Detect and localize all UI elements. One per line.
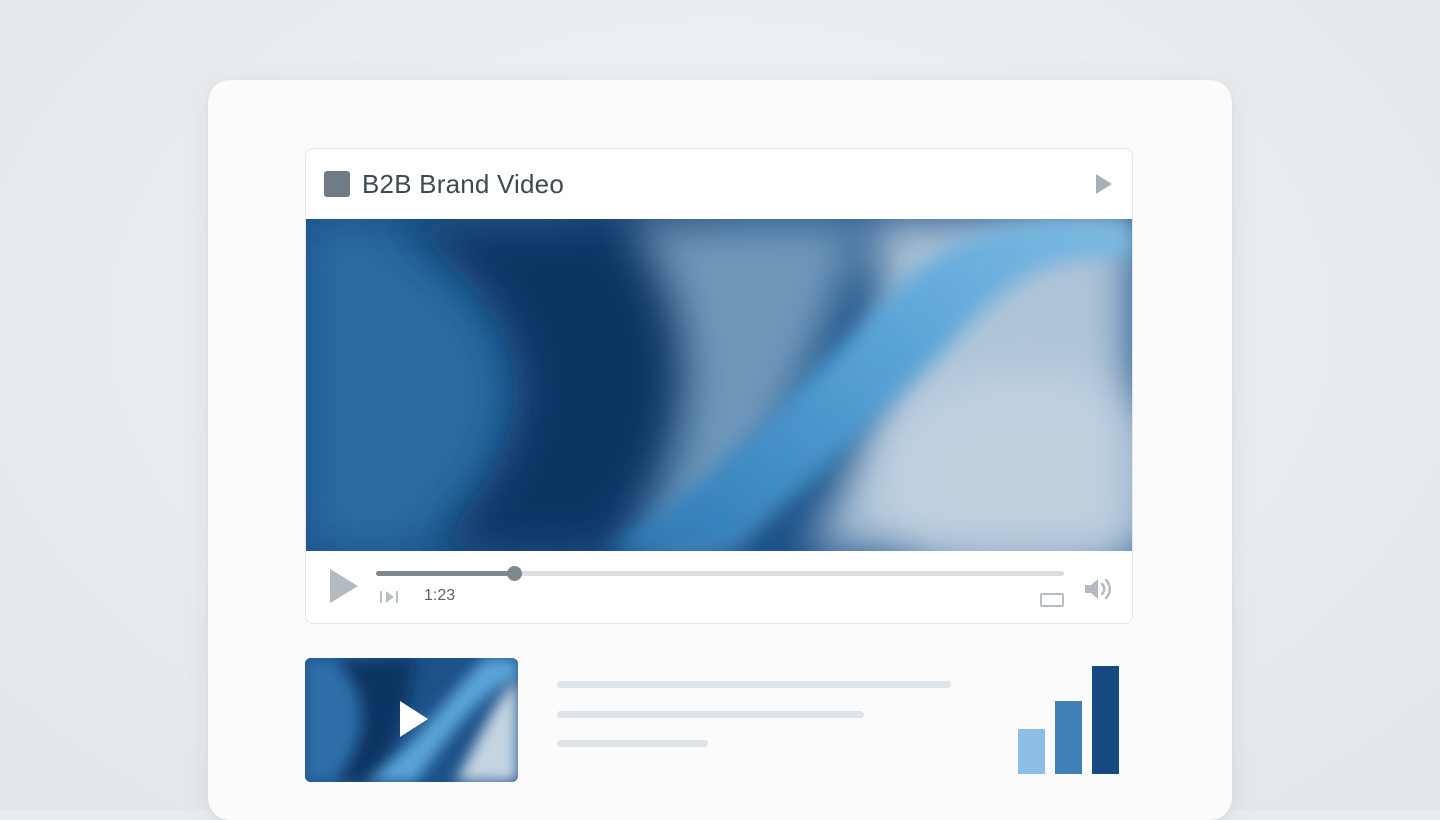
- video-player: B2B Brand Video 1:23: [305, 148, 1133, 624]
- volume-icon[interactable]: [1082, 575, 1114, 603]
- placeholder-text-line: [557, 681, 951, 688]
- player-header: B2B Brand Video: [306, 149, 1132, 219]
- play-icon[interactable]: [330, 569, 358, 603]
- progress-fill: [376, 571, 514, 576]
- video-title: B2B Brand Video: [362, 169, 564, 199]
- video-frame[interactable]: [306, 219, 1132, 551]
- related-video-thumbnail[interactable]: [305, 658, 518, 782]
- mini-bar-chart: [1010, 660, 1130, 780]
- play-icon: [400, 701, 428, 737]
- placeholder-text-line: [557, 711, 864, 718]
- video-still-image: [306, 219, 1132, 551]
- current-time: 1:23: [424, 587, 456, 604]
- chart-bar: [1018, 729, 1045, 774]
- chart-bar: [1092, 666, 1119, 774]
- player-controls: 1:23: [306, 551, 1132, 623]
- progress-bar[interactable]: [376, 566, 1064, 581]
- skip-next-icon[interactable]: [378, 589, 402, 605]
- progress-handle[interactable]: [507, 566, 522, 581]
- chart-bar: [1055, 701, 1082, 774]
- placeholder-text-line: [557, 740, 708, 747]
- play-icon[interactable]: [1096, 174, 1112, 194]
- square-icon: [324, 171, 350, 197]
- captions-icon[interactable]: [1040, 593, 1064, 607]
